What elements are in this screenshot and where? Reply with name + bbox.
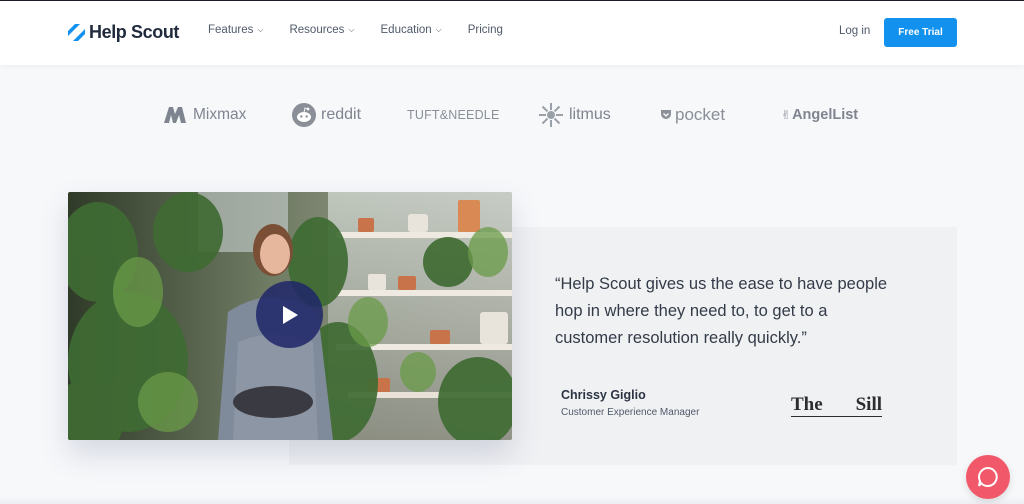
main-nav: Features ⌵ Resources ⌵ Education ⌵ Prici…	[208, 24, 529, 36]
company-logo-word: Sill	[855, 394, 882, 415]
customer-logo-litmus: litmus	[538, 98, 611, 132]
testimonial-author-name: Chrissy Giglio	[561, 388, 646, 402]
company-logo-word: The	[791, 394, 823, 415]
play-icon	[282, 305, 298, 324]
customer-logos: Mixmax reddit TUFT&NEEDLE litmus pocket …	[0, 98, 1024, 132]
nav-resources[interactable]: Resources ⌵	[289, 24, 354, 36]
login-link[interactable]: Log in	[839, 25, 870, 37]
testimonial-author-role: Customer Experience Manager	[561, 407, 700, 418]
section-divider	[0, 496, 1024, 504]
helpscout-logo-icon	[68, 23, 85, 41]
customer-logo-label: reddit	[321, 106, 362, 123]
chevron-down-icon: ⌵	[348, 25, 355, 34]
brand-logo[interactable]: Help Scout	[66, 20, 179, 44]
customer-logo-angellist: ✌ AngelList	[781, 98, 858, 132]
chevron-down-icon: ⌵	[257, 25, 264, 34]
customer-logo-reddit: reddit	[292, 98, 361, 132]
chevron-down-icon: ⌵	[435, 25, 442, 34]
testimonial-quote: “Help Scout gives us the ease to have pe…	[555, 275, 888, 347]
reddit-alien-icon	[292, 103, 316, 127]
nav-features-label: Features	[208, 24, 254, 36]
company-logo-the-sill: The Sill	[791, 394, 882, 417]
nav-pricing-label: Pricing	[467, 24, 503, 36]
nav-features[interactable]: Features ⌵	[208, 24, 263, 36]
litmus-burst-icon	[539, 103, 563, 127]
customer-logo-mixmax: Mixmax	[164, 98, 246, 132]
customer-logo-tuft-needle: TUFT&NEEDLE	[407, 98, 500, 132]
play-button[interactable]	[256, 281, 323, 348]
customer-logo-label: pocket	[675, 105, 726, 124]
customer-logo-label: Mixmax	[193, 106, 247, 123]
customer-logo-label: litmus	[569, 106, 611, 123]
testimonial-video[interactable]	[68, 192, 512, 440]
pocket-icon	[661, 110, 671, 119]
chat-widget-button[interactable]	[966, 455, 1010, 499]
brand-name: Help Scout	[89, 21, 180, 42]
customer-logo-label: TUFT&NEEDLE	[407, 108, 500, 122]
nav-resources-label: Resources	[289, 24, 345, 36]
site-header: Help Scout Features ⌵ Resources ⌵ Educat…	[0, 1, 1024, 65]
nav-pricing[interactable]: Pricing	[468, 24, 503, 36]
customer-logo-pocket: pocket	[660, 98, 725, 132]
peace-hand-icon: ✌	[781, 108, 792, 122]
customer-logo-label: AngelList	[792, 107, 859, 123]
nav-education[interactable]: Education ⌵	[381, 24, 442, 36]
free-trial-button[interactable]: Free Trial	[884, 18, 957, 47]
nav-education-label: Education	[380, 24, 432, 36]
mixmax-m-icon	[164, 107, 186, 123]
chat-bubble-icon	[978, 466, 998, 487]
